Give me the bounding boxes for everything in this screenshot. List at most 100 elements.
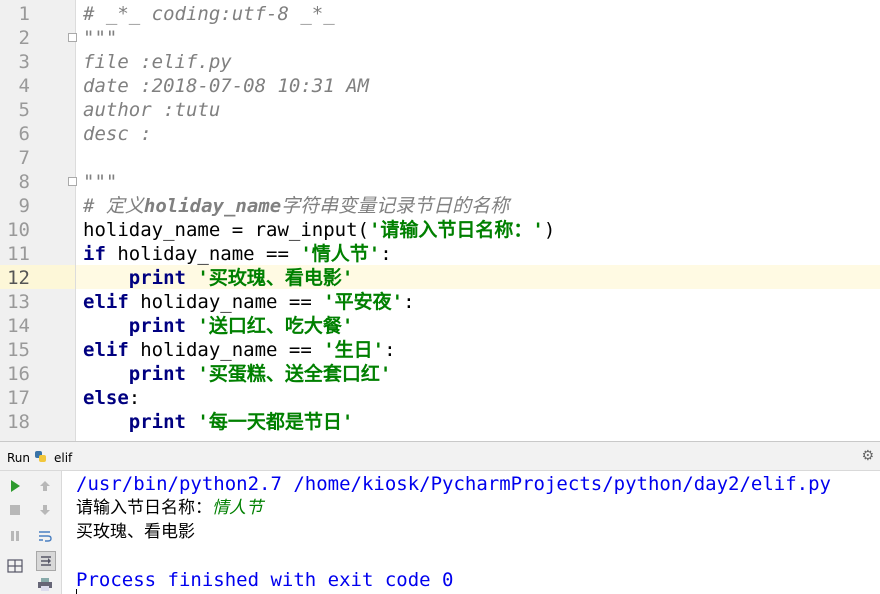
code-token: '情人节' xyxy=(300,243,381,265)
line-number: 10 xyxy=(7,219,30,241)
line-number: 7 xyxy=(18,147,30,169)
code-line[interactable]: print '买蛋糕、送全套口红' xyxy=(83,362,392,386)
line-number: 12 xyxy=(7,267,30,289)
code-token: print xyxy=(128,267,186,289)
console-exit-message: Process finished with exit code 0 xyxy=(76,569,454,591)
code-token: ) xyxy=(543,219,556,241)
line-number: 1 xyxy=(18,3,30,25)
code-line[interactable]: elif holiday_name == '平安夜': xyxy=(83,290,415,314)
code-token: : xyxy=(384,339,396,361)
code-token: author :tutu xyxy=(83,99,221,121)
console-output-line: 买玫瑰、看电影 xyxy=(76,522,195,542)
stop-icon[interactable] xyxy=(6,501,24,519)
code-line[interactable]: # _*_ coding:utf-8 _*_ xyxy=(83,2,335,26)
scroll-to-end-icon[interactable] xyxy=(36,551,56,571)
console-prompt: 请输入节日名称： xyxy=(76,498,212,518)
code-line[interactable]: """ xyxy=(83,26,117,50)
down-arrow-icon[interactable] xyxy=(36,501,54,519)
line-number: 16 xyxy=(7,363,30,385)
code-token: '生日' xyxy=(323,339,385,361)
line-number: 6 xyxy=(18,123,30,145)
code-line[interactable]: print '送口红、吃大餐' xyxy=(83,314,354,338)
layout-icon[interactable] xyxy=(6,557,24,575)
code-token: '平安夜' xyxy=(323,291,404,313)
code-token: date :2018-07-08 10:31 AM xyxy=(83,75,369,97)
code-token: # 定义 xyxy=(83,195,144,217)
console-user-input: 情人节 xyxy=(212,498,263,518)
line-number: 9 xyxy=(18,195,30,217)
up-arrow-icon[interactable] xyxy=(36,477,54,495)
code-line[interactable]: holiday_name = raw_input('请输入节日名称：') xyxy=(83,218,555,242)
code-token: """ xyxy=(83,27,118,49)
code-token: holiday_name == xyxy=(128,339,324,361)
console-command-line: /usr/bin/python2.7 /home/kiosk/PycharmPr… xyxy=(76,473,831,495)
code-token: print xyxy=(128,363,186,385)
line-number: 13 xyxy=(7,291,30,313)
line-number: 17 xyxy=(7,387,30,409)
line-number: 2 xyxy=(18,27,30,49)
code-token: holiday_name == xyxy=(128,291,324,313)
run-tab-elif[interactable]: elif xyxy=(54,451,72,465)
code-token: '请输入节日名称：' xyxy=(368,219,544,241)
code-token: '买蛋糕、送全套口红' xyxy=(197,363,392,385)
code-token: '每一天都是节日' xyxy=(197,411,354,433)
code-token: desc : xyxy=(83,123,152,145)
code-token: holiday_name == xyxy=(105,243,301,265)
soft-wrap-icon[interactable] xyxy=(36,527,54,545)
code-line[interactable]: desc : xyxy=(83,122,152,146)
code-token: elif xyxy=(83,291,129,313)
code-line[interactable]: """ xyxy=(83,170,117,194)
code-token: '买玫瑰、看电影' xyxy=(197,267,354,289)
python-file-icon xyxy=(35,451,46,462)
code-line[interactable]: print '每一天都是节日' xyxy=(83,410,354,434)
code-line[interactable]: elif holiday_name == '生日': xyxy=(83,338,396,362)
console-prompt-line: 请输入节日名称：情人节 xyxy=(76,496,263,520)
code-token: holiday_name = raw_input( xyxy=(83,219,369,241)
line-number: 11 xyxy=(7,243,30,265)
code-token: file :elif.py xyxy=(83,51,232,73)
code-line[interactable]: if holiday_name == '情人节': xyxy=(83,242,392,266)
code-line[interactable]: else: xyxy=(83,386,140,410)
gear-icon[interactable]: ⚙ xyxy=(861,448,874,464)
code-editor[interactable]: 1 2 3 4 5 6 7 8 9 10 11 12 13 14 15 16 17 18 # _*_ coding… xyxy=(0,0,880,441)
code-token: elif xyxy=(83,339,129,361)
code-line[interactable]: file :elif.py xyxy=(83,50,232,74)
line-number-gutter: 1 2 3 4 5 6 7 8 9 10 11 12 13 14 15 16 17 18 xyxy=(0,0,76,441)
print-icon[interactable] xyxy=(36,575,54,593)
run-console[interactable]: /usr/bin/python2.7 /home/kiosk/PycharmPr… xyxy=(62,471,880,594)
line-number: 18 xyxy=(7,411,30,433)
code-line[interactable]: # 定义holiday_name字符串变量记录节日的名称 xyxy=(83,194,509,218)
code-token: # _*_ coding:utf-8 _*_ xyxy=(83,3,335,25)
code-token: '送口红、吃大餐' xyxy=(197,315,354,337)
run-panel-header: Run elif ⚙ xyxy=(0,441,880,471)
code-line[interactable]: date :2018-07-08 10:31 AM xyxy=(83,74,369,98)
line-number: 5 xyxy=(18,99,30,121)
code-token: print xyxy=(128,411,186,433)
code-token: """ xyxy=(83,171,118,193)
pause-icon[interactable] xyxy=(6,527,24,545)
code-token: holiday_name xyxy=(143,195,282,217)
fold-marker-icon[interactable] xyxy=(68,177,77,186)
line-number: 3 xyxy=(18,51,30,73)
code-line[interactable]: print '买玫瑰、看电影' xyxy=(83,266,354,290)
line-number: 4 xyxy=(18,75,30,97)
console-caret xyxy=(76,589,77,594)
code-token: else xyxy=(83,387,129,409)
run-panel-label: Run xyxy=(7,451,31,465)
code-line[interactable]: author :tutu xyxy=(83,98,220,122)
line-number: 8 xyxy=(18,171,30,193)
run-icon[interactable] xyxy=(6,477,24,495)
code-token: : xyxy=(128,387,141,409)
code-area[interactable]: # _*_ coding:utf-8 _*_ """ file :elif.py da… xyxy=(76,0,880,441)
code-token: : xyxy=(380,243,392,265)
fold-marker-icon[interactable] xyxy=(68,33,77,42)
line-number: 15 xyxy=(7,339,30,361)
